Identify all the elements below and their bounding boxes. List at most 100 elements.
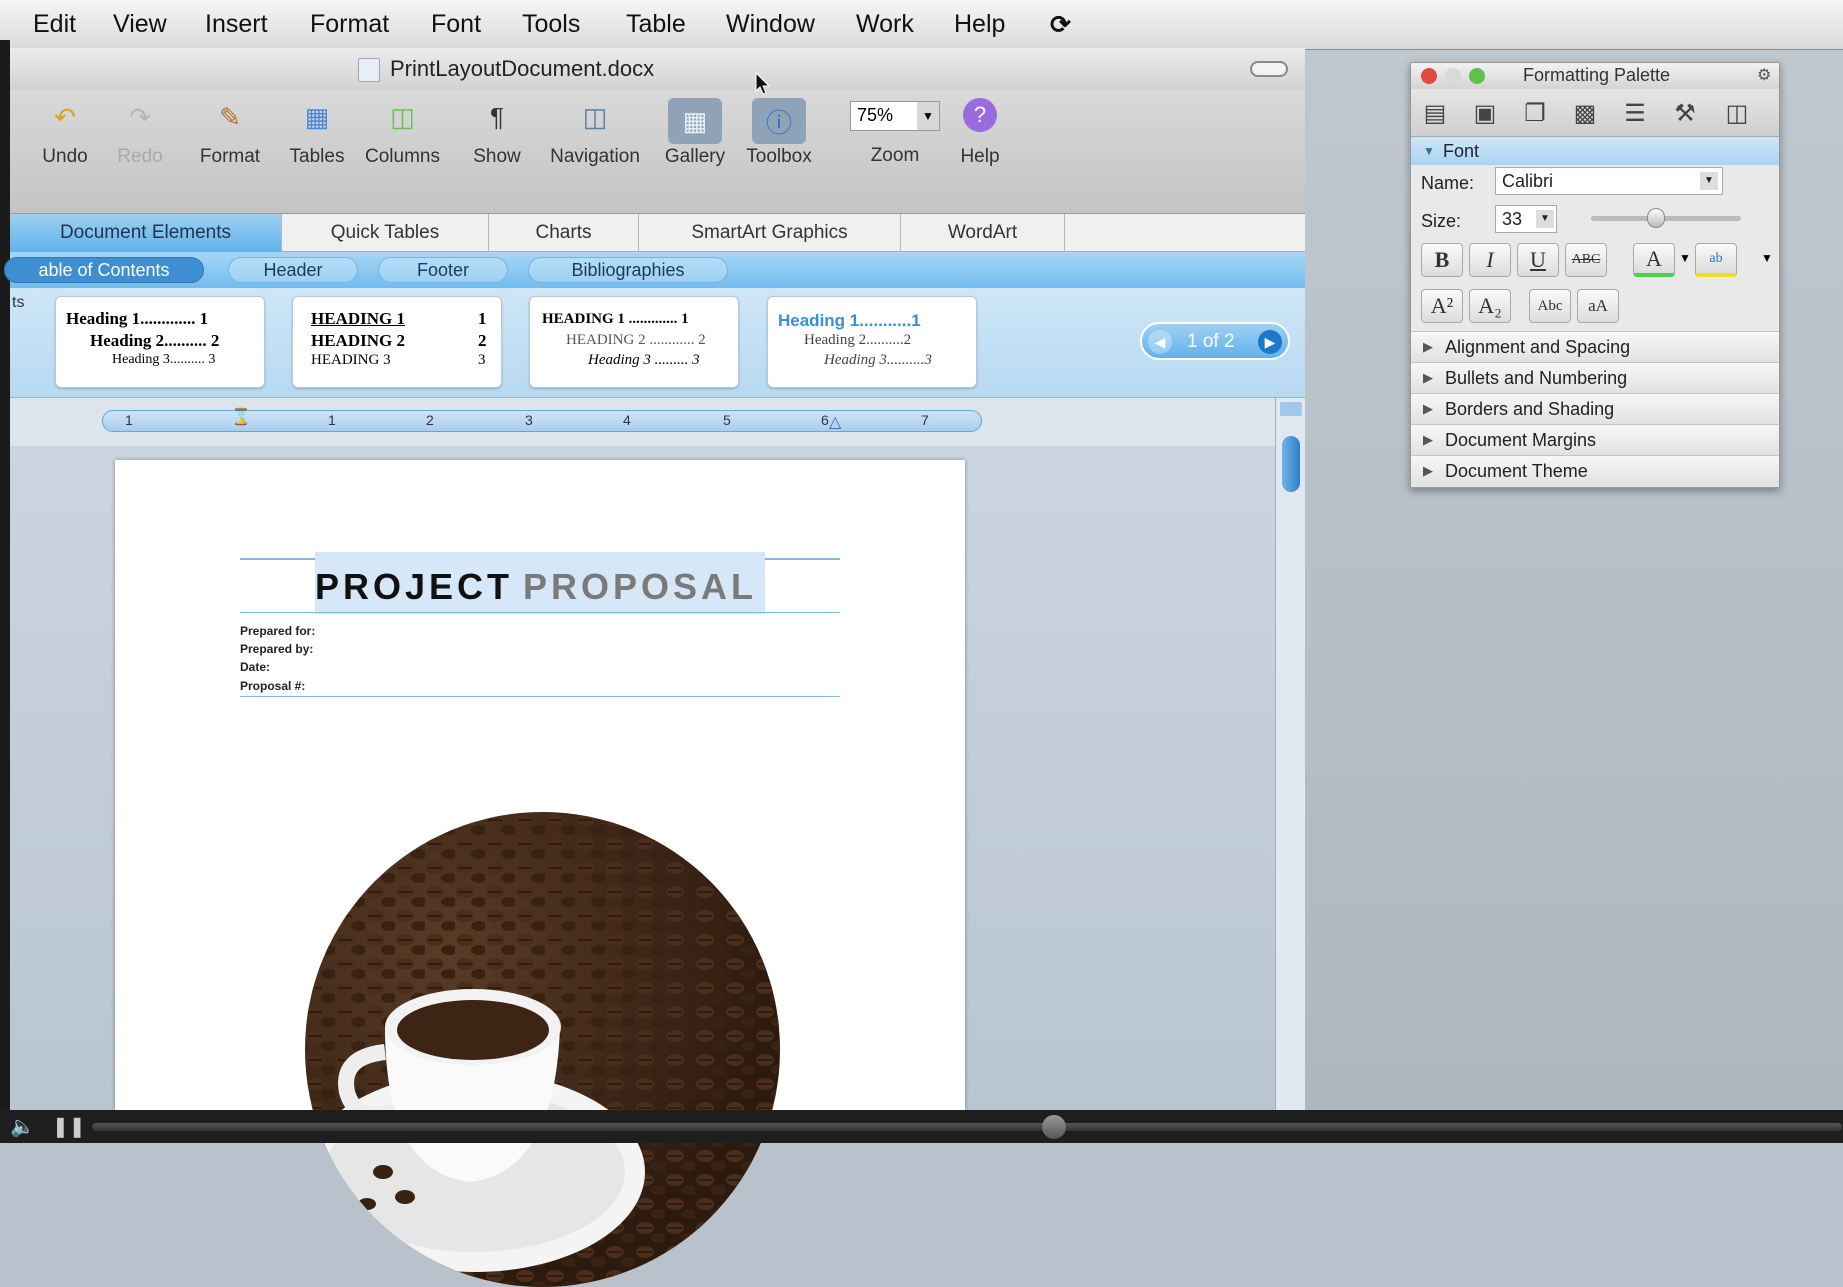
chevron-down-icon[interactable]: ▼ (917, 102, 939, 130)
chevron-down-icon[interactable]: ▼ (1679, 251, 1691, 265)
menu-tools[interactable]: Tools (522, 10, 580, 39)
small-caps-button[interactable]: Abc (1529, 289, 1571, 323)
coffee-cup-image[interactable] (305, 812, 780, 1287)
section-borders-shading[interactable]: ▶ Borders and Shading (1411, 393, 1779, 424)
indent-marker-icon[interactable]: ⌛ (231, 407, 251, 427)
tab-document-elements[interactable]: Document Elements (10, 214, 282, 252)
field-prepared-by[interactable]: Prepared by: (240, 642, 313, 656)
menu-table[interactable]: Table (626, 10, 686, 39)
menu-view[interactable]: View (113, 10, 167, 39)
copy-icon[interactable]: ❐ (1517, 95, 1553, 131)
subtab-table-of-contents[interactable]: able of Contents (4, 257, 204, 283)
minimize-icon[interactable] (1445, 68, 1461, 84)
field-date[interactable]: Date: (240, 660, 270, 674)
video-progress-knob[interactable] (1042, 1115, 1066, 1139)
title-word-proposal[interactable]: PROPOSAL (523, 566, 757, 608)
toolbox-briefcase-icon[interactable]: ◫ (1719, 95, 1755, 131)
tables-button[interactable]: ▦ Tables (277, 98, 357, 168)
video-progress-track[interactable] (92, 1123, 1842, 1131)
volume-icon[interactable]: 🔈 (10, 1114, 35, 1139)
styles-icon[interactable]: ▣ (1467, 95, 1503, 131)
title-word-project[interactable]: PROJECT (315, 566, 513, 608)
undo-button[interactable]: ↶ Undo (30, 98, 100, 168)
chevron-down-icon[interactable]: ▼ (1536, 210, 1554, 228)
redo-button[interactable]: ↷ Redo (105, 98, 175, 168)
chevron-down-icon[interactable]: ▼ (1761, 251, 1773, 265)
script-menu-icon[interactable]: ⟳ (1050, 10, 1071, 40)
section-alignment-spacing[interactable]: ▶ Alignment and Spacing (1411, 331, 1779, 362)
scrollbar-thumb[interactable] (1282, 436, 1300, 492)
subtab-footer[interactable]: Footer (378, 257, 508, 283)
toc-style-4[interactable]: Heading 1...........1 Heading 2.........… (767, 296, 977, 388)
strikethrough-button[interactable]: ABC (1565, 243, 1607, 277)
disclosure-triangle-icon: ▶ (1423, 463, 1433, 478)
vertical-scrollbar[interactable] (1275, 398, 1305, 1110)
zoom-window-icon[interactable] (1469, 68, 1485, 84)
menu-insert[interactable]: Insert (205, 10, 268, 39)
close-icon[interactable] (1421, 68, 1437, 84)
superscript-button[interactable]: A² (1421, 289, 1463, 323)
toc-style-3[interactable]: HEADING 1 ............. 1 HEADING 2 ....… (529, 296, 739, 388)
toolbar-toggle-button[interactable] (1250, 61, 1288, 77)
slider-knob[interactable] (1647, 208, 1665, 228)
palette-settings-icon[interactable]: ⚙ (1757, 65, 1771, 85)
tab-charts[interactable]: Charts (489, 214, 639, 252)
section-bullets-numbering[interactable]: ▶ Bullets and Numbering (1411, 362, 1779, 393)
menu-format[interactable]: Format (310, 10, 389, 39)
window-titlebar[interactable]: PrintLayoutDocument.docx (10, 48, 1305, 90)
menu-window[interactable]: Window (726, 10, 815, 39)
section-document-theme[interactable]: ▶ Document Theme (1411, 455, 1779, 486)
section-document-margins[interactable]: ▶ Document Margins (1411, 424, 1779, 455)
font-section-header[interactable]: ▼ Font (1411, 137, 1779, 165)
change-case-button[interactable]: aA (1577, 289, 1619, 323)
gallery-button[interactable]: ▦ Gallery (650, 98, 740, 168)
document-page[interactable]: PROJECT PROPOSAL Prepared for: Prepared … (115, 460, 965, 1287)
italic-button[interactable]: I (1469, 243, 1511, 277)
media-icon[interactable]: ▩ (1567, 95, 1603, 131)
ribbon-tabs: Document Elements Quick Tables Charts Sm… (10, 214, 1305, 252)
previous-page-icon[interactable]: ◀ (1148, 330, 1172, 354)
menu-edit[interactable]: Edit (33, 10, 76, 39)
pause-icon[interactable]: ❚❚ (52, 1114, 86, 1139)
tab-smartart-graphics[interactable]: SmartArt Graphics (639, 214, 901, 252)
font-color-button[interactable]: A (1633, 243, 1675, 277)
citations-icon[interactable]: ☰ (1617, 95, 1653, 131)
font-size-field[interactable]: 33 ▼ (1495, 205, 1557, 233)
menu-help[interactable]: Help (954, 10, 1005, 39)
text-box-icon[interactable]: ▤ (1417, 95, 1453, 131)
bold-button[interactable]: B (1421, 243, 1463, 277)
subtab-bibliographies[interactable]: Bibliographies (528, 257, 728, 283)
split-handle[interactable] (1280, 402, 1302, 416)
menu-work[interactable]: Work (856, 10, 914, 39)
toc2-heading3: HEADING 3 (311, 352, 391, 368)
video-control-bar: 🔈 ❚❚ (0, 1110, 1843, 1143)
chevron-down-icon[interactable]: ▼ (1700, 172, 1718, 190)
toc-style-1[interactable]: Heading 1............. 1 Heading 2......… (55, 296, 265, 388)
horizontal-ruler[interactable]: 1 1 2 3 4 5 6 7 ⌛ △ (102, 407, 982, 432)
underline-button[interactable]: U (1517, 243, 1559, 277)
palette-titlebar[interactable]: Formatting Palette ⚙ (1411, 63, 1779, 89)
format-painter-button[interactable]: ✎ Format (185, 98, 275, 168)
help-button[interactable]: ? Help (945, 98, 1015, 168)
right-indent-marker-icon[interactable]: △ (829, 412, 841, 432)
gallery-side-label: ts (12, 294, 25, 311)
tab-wordart[interactable]: WordArt (901, 214, 1065, 252)
toolbox-button[interactable]: ⓘ Toolbox (734, 98, 824, 168)
subtab-header[interactable]: Header (228, 257, 358, 283)
columns-button[interactable]: ◫ Columns (355, 98, 450, 168)
field-prepared-for[interactable]: Prepared for: (240, 624, 315, 638)
tab-quick-tables[interactable]: Quick Tables (282, 214, 489, 252)
highlight-button[interactable]: ab (1695, 243, 1737, 277)
zoom-select[interactable]: 75% ▼ (850, 101, 940, 131)
show-formatting-button[interactable]: ¶ Show (462, 98, 532, 168)
toc-style-2[interactable]: HEADING 1 1 HEADING 2 2 HEADING 3 3 (292, 296, 502, 388)
font-size-slider[interactable] (1591, 216, 1741, 221)
next-page-icon[interactable]: ▶ (1258, 330, 1282, 354)
menu-font[interactable]: Font (431, 10, 481, 39)
zoom-control[interactable]: 75% ▼ Zoom (840, 98, 950, 167)
subscript-button[interactable]: A₂ (1469, 289, 1511, 323)
field-proposal-number[interactable]: Proposal #: (240, 679, 305, 693)
tools-icon[interactable]: ⚒ (1667, 95, 1703, 131)
navigation-button[interactable]: ◫ Navigation (535, 98, 655, 168)
font-name-field[interactable]: Calibri ▼ (1495, 167, 1723, 195)
